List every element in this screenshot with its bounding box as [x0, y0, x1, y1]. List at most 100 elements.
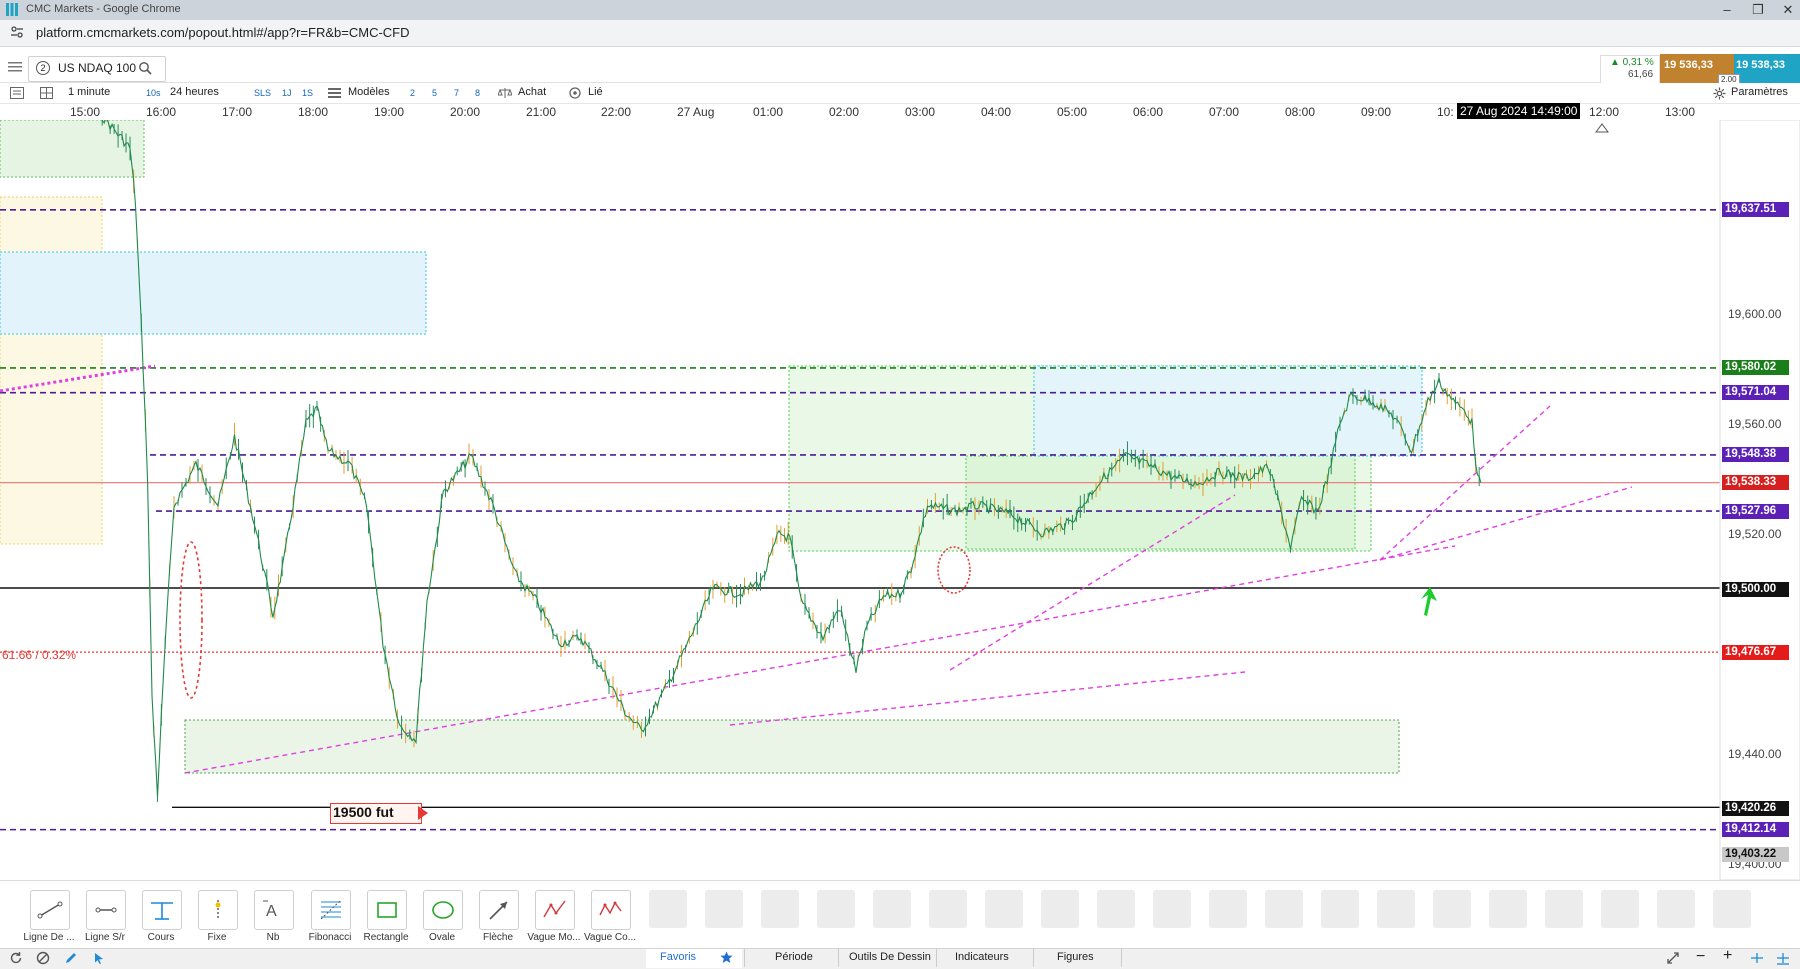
- tab-figures[interactable]: Figures: [1057, 951, 1094, 963]
- zoom-out-button[interactable]: −: [1696, 948, 1705, 966]
- rectangle-icon: [377, 902, 397, 918]
- list-icon[interactable]: [10, 87, 24, 99]
- close-button[interactable]: ✕: [1776, 2, 1800, 18]
- empty-tool-slot[interactable]: [1545, 890, 1583, 928]
- tool-label: Fibonacci: [308, 932, 352, 943]
- price-level-label[interactable]: 19,403.22: [1722, 847, 1789, 862]
- zone-green-bottom[interactable]: [184, 719, 1400, 774]
- layout-grid-icon[interactable]: [40, 87, 53, 99]
- move-vertical-icon[interactable]: [1776, 951, 1790, 965]
- range-select[interactable]: 24 heures: [170, 86, 219, 98]
- empty-tool-slot[interactable]: [1433, 890, 1471, 928]
- btn-5[interactable]: 5: [432, 88, 437, 98]
- tool-fibonacci[interactable]: [311, 890, 351, 930]
- parametres-button[interactable]: Paramètres: [1731, 86, 1788, 98]
- price-level-label[interactable]: 19,580.02: [1722, 360, 1789, 375]
- btn-2[interactable]: 2: [410, 88, 415, 98]
- refresh-icon[interactable]: [9, 951, 23, 965]
- pencil-icon[interactable]: [64, 951, 78, 965]
- btn-sls[interactable]: SLS: [254, 88, 271, 98]
- empty-tool-slot[interactable]: [817, 890, 855, 928]
- demand-zone[interactable]: [0, 120, 145, 178]
- tool-oval[interactable]: [423, 890, 463, 930]
- buy-price[interactable]: 19 538,33: [1736, 59, 1785, 71]
- tool-rectangle[interactable]: [367, 890, 407, 930]
- tab-periode[interactable]: Période: [775, 951, 813, 963]
- price-level-label[interactable]: 19,500.00: [1722, 582, 1789, 597]
- empty-tool-slot[interactable]: [873, 890, 911, 928]
- wave-motive-icon: [543, 900, 566, 918]
- empty-tool-slot[interactable]: [1321, 890, 1359, 928]
- link-icon[interactable]: [568, 87, 582, 99]
- empty-tool-slot[interactable]: [705, 890, 743, 928]
- price-level-label[interactable]: 19,476.67: [1722, 645, 1789, 660]
- tab-favoris[interactable]: Favoris: [660, 951, 696, 963]
- zone-cyan-right[interactable]: [1033, 365, 1423, 457]
- cancel-icon[interactable]: [36, 951, 50, 965]
- empty-tool-slot[interactable]: [1377, 890, 1415, 928]
- zone-green-inner[interactable]: [965, 455, 1356, 550]
- interval-select[interactable]: 1 minute: [68, 86, 110, 98]
- empty-tool-slot[interactable]: [1041, 890, 1079, 928]
- templates-icon[interactable]: [328, 87, 341, 99]
- zoom-in-button[interactable]: +: [1723, 947, 1732, 965]
- lie-button[interactable]: Lié: [588, 86, 603, 98]
- tool-arrow[interactable]: [479, 890, 519, 930]
- site-settings-icon[interactable]: [10, 25, 24, 39]
- empty-tool-slot[interactable]: [1601, 890, 1639, 928]
- empty-tool-slot[interactable]: [1265, 890, 1303, 928]
- price-level-label[interactable]: 19,571.04: [1722, 385, 1789, 400]
- url-text[interactable]: platform.cmcmarkets.com/popout.html#/app…: [36, 25, 410, 40]
- tool-fixe[interactable]: [198, 890, 238, 930]
- btn-10s[interactable]: 10s: [146, 88, 161, 98]
- tool-trend-line[interactable]: [30, 890, 70, 930]
- price-level-label[interactable]: 19,420.26: [1722, 801, 1789, 816]
- empty-tool-slot[interactable]: [929, 890, 967, 928]
- empty-tool-slot[interactable]: [1713, 890, 1751, 928]
- empty-tool-slot[interactable]: [761, 890, 799, 928]
- empty-tool-slot[interactable]: [1209, 890, 1247, 928]
- price-chart[interactable]: [0, 120, 1800, 880]
- tab-outils-de-dessin[interactable]: Outils De Dessin: [849, 951, 931, 963]
- note-label[interactable]: 19500 fut: [333, 804, 394, 820]
- empty-tool-slot[interactable]: [985, 890, 1023, 928]
- sell-price[interactable]: 19 536,33: [1664, 59, 1713, 71]
- btn-1j[interactable]: 1J: [282, 88, 292, 98]
- move-horizontal-icon[interactable]: [1750, 951, 1764, 965]
- price-level-label[interactable]: 19,637.51: [1722, 202, 1789, 217]
- price-level-label[interactable]: 19,527.96: [1722, 504, 1789, 519]
- tool-wave-mo[interactable]: [535, 890, 575, 930]
- empty-tool-slot[interactable]: [1489, 890, 1527, 928]
- btn-7[interactable]: 7: [454, 88, 459, 98]
- empty-tool-slot[interactable]: [1657, 890, 1695, 928]
- btn-1s[interactable]: 1S: [302, 88, 313, 98]
- price-level-label[interactable]: 19,412.14: [1722, 822, 1789, 837]
- minimize-button[interactable]: –: [1715, 2, 1739, 17]
- zone-yellow[interactable]: [0, 196, 103, 545]
- fit-icon[interactable]: [1666, 951, 1680, 965]
- restore-button[interactable]: ❐: [1746, 2, 1770, 18]
- search-icon[interactable]: [138, 61, 152, 75]
- price-level-label[interactable]: 19,548.38: [1722, 447, 1789, 462]
- address-bar[interactable]: platform.cmcmarkets.com/popout.html#/app…: [0, 20, 1800, 47]
- zone-cyan[interactable]: [0, 251, 427, 335]
- tool-text[interactable]: A: [254, 890, 294, 930]
- note-arrow-icon: [418, 806, 428, 820]
- tool-sr-line[interactable]: [86, 890, 126, 930]
- empty-tool-slot[interactable]: [1153, 890, 1191, 928]
- star-icon[interactable]: [720, 951, 733, 964]
- tab-indicateurs[interactable]: Indicateurs: [955, 951, 1009, 963]
- instrument-name[interactable]: US NDAQ 100: [58, 61, 136, 75]
- current-price-label[interactable]: 19,538.33: [1722, 475, 1789, 490]
- tool-cours[interactable]: [142, 890, 182, 930]
- modeles-button[interactable]: Modèles: [348, 86, 390, 98]
- achat-button[interactable]: Achat: [518, 86, 546, 98]
- menu-icon[interactable]: [8, 61, 22, 73]
- empty-tool-slot[interactable]: [649, 890, 687, 928]
- empty-tool-slot[interactable]: [1097, 890, 1135, 928]
- btn-8[interactable]: 8: [475, 88, 480, 98]
- tool-wave-co[interactable]: [591, 890, 631, 930]
- gear-icon[interactable]: [1713, 87, 1726, 100]
- cursor-icon[interactable]: [92, 951, 106, 965]
- scale-icon[interactable]: [498, 87, 512, 99]
